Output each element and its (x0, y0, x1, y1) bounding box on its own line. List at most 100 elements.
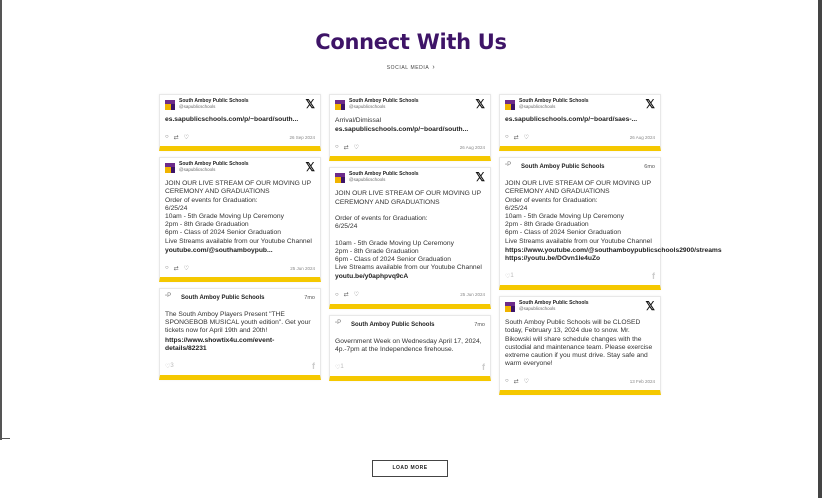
facebook-icon[interactable]: f (652, 271, 655, 281)
post-header: ▫P South Amboy Public Schools 6mo (505, 162, 655, 178)
post-link[interactable]: youtu.be/y0aphpvq9cA (335, 273, 485, 281)
load-more-button[interactable]: LOAD MORE (372, 460, 448, 477)
post-text: The South Amboy Players Present "THE SPO… (165, 311, 311, 335)
author-name[interactable]: South Amboy Public Schools (181, 295, 304, 301)
school-logo-icon (505, 302, 515, 313)
like-count: 3 (170, 363, 174, 370)
social-media-link[interactable]: SOCIAL MEDIA › (0, 64, 822, 71)
post-date: 13 Feb 2024 (629, 378, 655, 384)
post-link[interactable]: es.sapublicschools.com/p/~board/saes-... (505, 116, 655, 124)
retweet-icon[interactable]: ⇄ (174, 134, 179, 141)
post-card[interactable]: South Amboy Public Schools @sapublicschoo… (329, 167, 491, 309)
post-header: South Amboy Public Schools @sapublicschoo… (165, 161, 315, 178)
author-name[interactable]: South Amboy Public Schools (521, 164, 644, 170)
like-icon[interactable]: ♡ (354, 144, 359, 151)
post-header: South Amboy Public Schools @sapublicschoo… (335, 171, 485, 188)
post-header: ▫P South Amboy Public Schools 7mo (335, 320, 485, 336)
post-header: South Amboy Public Schools @sapublicschoo… (505, 98, 655, 115)
reply-icon[interactable]: ○ (335, 144, 339, 150)
post-footer: ○ ⇄ ♡ 13 Feb 2024 (505, 376, 655, 386)
post-footer: ○ ⇄ ♡ 26 Sep 2024 (165, 132, 315, 142)
reply-icon[interactable]: ○ (165, 265, 169, 271)
post-author: South Amboy Public Schools @sapublicschoo… (179, 99, 305, 110)
post-footer: ○ ⇄ ♡ 25 Jun 2024 (335, 290, 485, 300)
feed-column-1: South Amboy Public Schools @sapublicschoo… (159, 94, 321, 386)
author-handle[interactable]: @sapublicschools (519, 306, 645, 311)
post-footer: ○ ⇄ ♡ 25 Jun 2024 (165, 263, 315, 273)
broken-image-icon: ▫P (505, 162, 512, 169)
frame-edge-right (818, 0, 822, 498)
x-logo-icon[interactable]: 𝕏 (305, 98, 315, 110)
post-date: 25 Jun 2024 (460, 292, 485, 298)
post-header: South Amboy Public Schools @sapublicschoo… (335, 98, 485, 115)
post-link[interactable]: https://www.youtube.com/@southamboypubli… (505, 247, 722, 263)
post-date: 26 Sep 2024 (289, 134, 315, 140)
post-link[interactable]: es.sapublicschools.com/p/~board/south... (335, 126, 485, 134)
post-card[interactable]: South Amboy Public Schools @sapublicschoo… (159, 94, 321, 152)
section-title: Connect With Us (315, 30, 507, 54)
post-header: South Amboy Public Schools @sapublicschoo… (505, 300, 655, 317)
x-logo-icon[interactable]: 𝕏 (475, 98, 485, 110)
post-header: South Amboy Public Schools @sapublicschoo… (165, 98, 315, 115)
author-handle[interactable]: @sapublicschools (179, 167, 305, 172)
facebook-icon[interactable]: f (312, 361, 315, 371)
post-footer: ♡ 3f (165, 361, 315, 371)
post-date: 26 Aug 2024 (629, 134, 655, 140)
post-age: 6mo (644, 164, 655, 171)
like-icon[interactable]: ♡ (354, 291, 359, 298)
x-logo-icon[interactable]: 𝕏 (305, 161, 315, 173)
broken-image-icon: ▫P (165, 293, 172, 300)
post-footer: ♡ 1f (505, 271, 655, 281)
school-logo-icon (335, 173, 345, 184)
school-logo-icon (165, 100, 175, 110)
x-logo-icon[interactable]: 𝕏 (475, 171, 485, 183)
retweet-icon[interactable]: ⇄ (344, 144, 349, 151)
school-logo-icon (165, 163, 175, 174)
post-date: 26 Aug 2024 (459, 144, 485, 150)
post-card[interactable]: ▫P South Amboy Public Schools 7mo The South… (159, 288, 321, 381)
like-count: 1 (510, 273, 514, 280)
author-name[interactable]: South Amboy Public Schools (351, 322, 474, 328)
post-text: South Amboy Public Schools will be CLOSE… (505, 319, 653, 368)
author-handle[interactable]: @sapublicschools (349, 104, 475, 109)
reply-icon[interactable]: ○ (505, 134, 509, 140)
school-logo-icon (505, 100, 515, 110)
post-card[interactable]: South Amboy Public Schools @sapublicschoo… (159, 157, 321, 283)
reply-icon[interactable]: ○ (505, 378, 509, 384)
school-logo-icon (335, 100, 345, 110)
social-media-label[interactable]: SOCIAL MEDIA (387, 65, 430, 71)
author-handle[interactable]: @sapublicschools (349, 177, 475, 182)
author-handle[interactable]: @sapublicschools (179, 104, 305, 109)
post-card[interactable]: ▫P South Amboy Public Schools 7mo Governmen… (329, 314, 491, 382)
like-icon[interactable]: ♡ (184, 134, 189, 141)
post-author: South Amboy Public Schools @sapublicschoo… (349, 99, 475, 110)
like-icon[interactable]: ♡ (524, 134, 529, 141)
reply-icon[interactable]: ○ (165, 134, 169, 140)
retweet-icon[interactable]: ⇄ (344, 291, 349, 298)
x-logo-icon[interactable]: 𝕏 (645, 98, 655, 110)
retweet-icon[interactable]: ⇄ (174, 265, 179, 272)
post-card[interactable]: South Amboy Public Schools @sapublicschoo… (329, 94, 491, 162)
retweet-icon[interactable]: ⇄ (514, 134, 519, 141)
post-age: 7mo (474, 321, 485, 328)
post-age: 7mo (304, 295, 315, 302)
post-link[interactable]: es.sapublicschools.com/p/~board/south... (165, 116, 315, 124)
post-header: ▫P South Amboy Public Schools 7mo (165, 293, 315, 309)
post-footer: ♡ 1f (335, 362, 485, 372)
author-handle[interactable]: @sapublicschools (519, 104, 645, 109)
reply-icon[interactable]: ○ (335, 292, 339, 298)
x-logo-icon[interactable]: 𝕏 (645, 300, 655, 312)
like-count: 1 (340, 364, 344, 371)
like-icon[interactable]: ♡ (524, 378, 529, 385)
like-icon[interactable]: ♡ (184, 265, 189, 272)
retweet-icon[interactable]: ⇄ (514, 378, 519, 385)
facebook-icon[interactable]: f (482, 362, 485, 372)
post-link[interactable]: youtube.com/@southamboypub... (165, 247, 315, 255)
post-footer: ○ ⇄ ♡ 26 Aug 2024 (335, 142, 485, 152)
post-text: JOIN OUR LIVE STREAM OF OUR MOVING UP CE… (165, 180, 312, 245)
post-card[interactable]: South Amboy Public Schools @sapublicschoo… (499, 94, 661, 152)
post-author: South Amboy Public Schools @sapublicschoo… (349, 172, 475, 183)
post-link[interactable]: https://www.showtix4u.com/event-details/… (165, 337, 315, 353)
post-card[interactable]: South Amboy Public Schools @sapublicschoo… (499, 296, 661, 396)
post-card[interactable]: ▫P South Amboy Public Schools 6mo JOIN OUR … (499, 157, 722, 291)
